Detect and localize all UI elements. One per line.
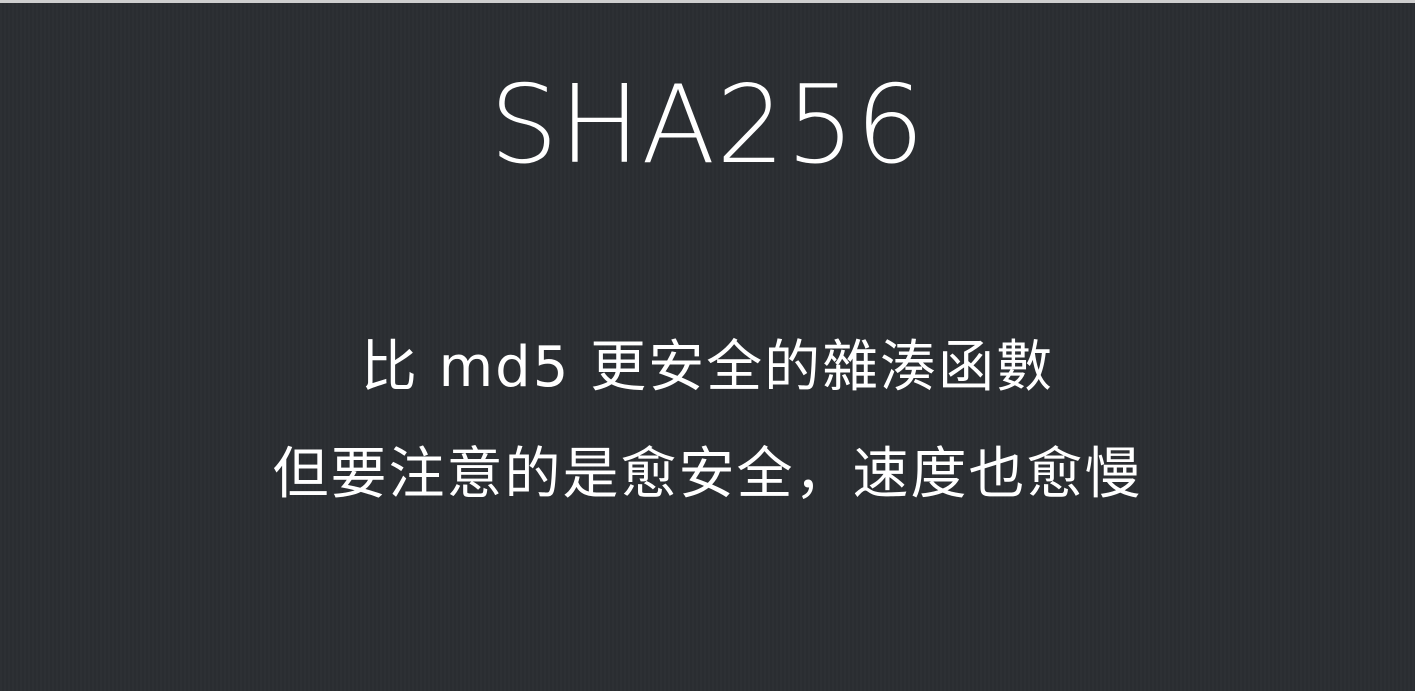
slide-body-line-2: 但要注意的是愈安全，速度也愈慢 — [272, 442, 1143, 507]
slide-title: SHA256 — [489, 63, 926, 188]
slide: SHA256 比 md5 更安全的雜湊函數 但要注意的是愈安全，速度也愈慢 — [0, 0, 1415, 691]
slide-body-line-1: 比 md5 更安全的雜湊函數 — [360, 335, 1055, 400]
